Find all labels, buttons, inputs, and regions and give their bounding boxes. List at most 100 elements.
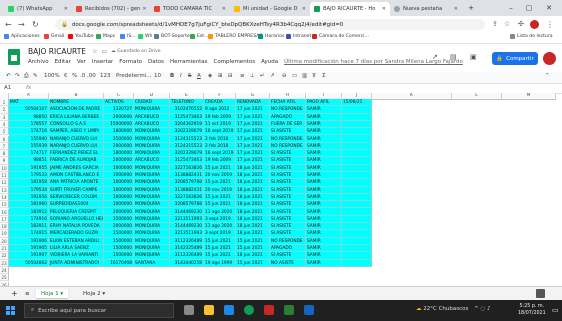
table-cell[interactable]: MONIQUIRA — [134, 223, 170, 231]
table-cell[interactable]: 16 sept 2019 — [204, 128, 236, 136]
row-header[interactable]: 16 — [0, 208, 9, 216]
table-cell[interactable] — [342, 135, 372, 143]
table-cell[interactable]: 20 nov 2019 — [204, 172, 236, 180]
table-cell[interactable]: SI ASISTE — [270, 252, 306, 260]
table-cell[interactable]: 17 jun 2021 — [236, 157, 270, 165]
browser-tab-new[interactable]: Nueva pestaña ✕ — [390, 2, 462, 16]
row-header[interactable]: 25 — [0, 274, 9, 282]
table-cell[interactable]: 98851 — [9, 157, 49, 165]
close-icon[interactable]: ✕ — [62, 6, 68, 12]
table-cell[interactable]: 18 jun 2021 — [236, 193, 270, 202]
table-cell[interactable]: 3208579788 — [170, 179, 204, 187]
row-header[interactable]: 18 — [0, 223, 9, 231]
row-header[interactable]: 4 — [0, 120, 9, 129]
print-icon[interactable]: ⎙ — [24, 73, 28, 80]
chrome-icon[interactable] — [244, 305, 254, 315]
table-cell[interactable]: 15/06/21 — [342, 99, 372, 107]
zoom-select[interactable]: 100% — [44, 73, 60, 79]
table-cell[interactable] — [342, 201, 372, 209]
table-cell[interactable]: NO RESPONDE — [270, 135, 306, 143]
table-cell[interactable]: SURTI FRUVER CAMPE — [49, 186, 104, 194]
menu-formato[interactable]: Formato — [119, 59, 142, 65]
table-cell[interactable]: SAMIR — [306, 164, 342, 172]
table-cell[interactable]: 50504862 — [9, 259, 49, 267]
menu-herramientas[interactable]: Herramientas — [170, 59, 207, 65]
table-cell[interactable]: 191955 — [9, 164, 49, 172]
table-cell[interactable]: 191906 — [9, 237, 49, 245]
row-header[interactable]: 9 — [0, 157, 9, 165]
table-cell[interactable]: 179534 — [9, 186, 49, 194]
browser-tab-gmail[interactable]: Recibidos (702) - gen ✕ — [72, 2, 150, 16]
user-avatar[interactable] — [543, 52, 556, 65]
percent-format-button[interactable]: % — [72, 73, 77, 79]
menu-archivo[interactable]: Archivo — [28, 59, 49, 65]
folder-icon[interactable]: ▭ — [101, 48, 107, 55]
table-cell[interactable]: 3144469230 — [170, 223, 204, 231]
table-cell[interactable]: SI ASISTE — [270, 164, 306, 172]
profile-avatar[interactable] — [530, 20, 539, 29]
table-cell[interactable]: SAMIR — [306, 142, 342, 151]
table-cell[interactable]: SAMIR — [306, 179, 342, 187]
table-cell[interactable]: MONIQUIRA — [134, 179, 170, 187]
table-cell[interactable]: SI ASISTE — [270, 201, 306, 209]
table-cell[interactable]: 1000000 — [104, 186, 134, 194]
table-cell[interactable]: SAMIR — [306, 230, 342, 238]
row-header[interactable]: 10 — [0, 164, 9, 172]
table-cell[interactable]: FABRICA DE ALMOJAB — [49, 157, 104, 165]
table-cell[interactable]: 1000000 — [104, 172, 134, 180]
table-cell[interactable]: 3213511993 — [170, 215, 204, 224]
table-cell[interactable]: 18 jun 2021 — [236, 230, 270, 238]
row-header[interactable]: 17 — [0, 215, 9, 224]
table-cell[interactable]: SI ASISTE — [270, 150, 306, 158]
table-cell[interactable]: SORIANO ARGUELLO HEI — [49, 215, 104, 224]
row-header[interactable]: 19 — [0, 230, 9, 238]
rotate-icon[interactable]: ↗ — [270, 73, 275, 79]
column-header-m[interactable]: M — [502, 93, 556, 99]
table-cell[interactable] — [342, 106, 372, 114]
table-cell[interactable]: 18 jun 2021 — [236, 223, 270, 231]
table-cell[interactable]: 174915 — [9, 230, 49, 238]
table-cell[interactable]: SI ASISTE — [270, 230, 306, 238]
table-cell[interactable]: 3112326489 — [170, 252, 204, 260]
table-cell[interactable]: NO ASISTE — [270, 259, 306, 267]
column-title-cell[interactable]: RENOVADA — [236, 99, 270, 107]
system-tray-icons[interactable]: ^ ◌ ♪ — [474, 306, 490, 312]
table-cell[interactable]: 19 feb 2009 — [204, 113, 236, 121]
menu-insertar[interactable]: Insertar — [92, 59, 113, 65]
table-cell[interactable]: 18 jun 2021 — [236, 201, 270, 209]
table-cell[interactable]: SAMIR — [306, 201, 342, 209]
table-cell[interactable] — [342, 120, 372, 129]
table-cell[interactable]: 16170408 — [104, 259, 134, 267]
table-cell[interactable]: SAMIR — [306, 237, 342, 245]
table-cell[interactable]: MONIQUIRA — [134, 142, 170, 151]
reading-list[interactable]: Lista de lectura — [510, 34, 553, 39]
table-cell[interactable]: MONIQUIRA — [134, 215, 170, 224]
row-header[interactable]: 24 — [0, 266, 9, 275]
table-cell[interactable]: MONIQUIRA — [134, 230, 170, 238]
table-cell[interactable]: APAGADO — [270, 245, 306, 253]
table-cell[interactable]: MONIQUIRA — [134, 106, 170, 114]
app-icon[interactable] — [264, 305, 274, 315]
bookmark-youtube[interactable]: YouTube — [68, 34, 94, 39]
menu-ver[interactable]: Ver — [77, 59, 86, 65]
table-cell[interactable]: 15 jun 2021 — [204, 179, 236, 187]
close-icon[interactable]: ✕ — [452, 6, 458, 12]
share-page-icon[interactable]: ⇪ — [492, 19, 498, 30]
table-cell[interactable]: 15 jun 2021 — [236, 237, 270, 245]
row-header[interactable]: 22 — [0, 252, 9, 260]
table-cell[interactable]: 3124315523 — [170, 135, 204, 143]
table-cell[interactable] — [342, 142, 372, 151]
bold-button[interactable]: B — [170, 73, 174, 79]
align-icon[interactable]: ≡ — [240, 73, 245, 79]
meet-icon[interactable]: ▣ — [470, 53, 477, 61]
table-cell[interactable]: ASOCIACION DE PADRE — [49, 106, 104, 114]
table-cell[interactable]: 1500000 — [104, 252, 134, 260]
table-cell[interactable]: 15 jun 2021 — [236, 259, 270, 267]
menu-datos[interactable]: Datos — [148, 59, 164, 65]
table-cell[interactable]: 11 oct 2019 — [204, 120, 236, 129]
table-cell[interactable]: 15 jun 2021 — [204, 201, 236, 209]
table-cell[interactable] — [342, 230, 372, 238]
taskbar-search-input[interactable]: ⌕ Escribe aquí para buscar — [24, 303, 174, 318]
decimal-buttons[interactable]: .0 .00 — [80, 73, 96, 79]
table-cell[interactable]: 1320727 — [104, 106, 134, 114]
